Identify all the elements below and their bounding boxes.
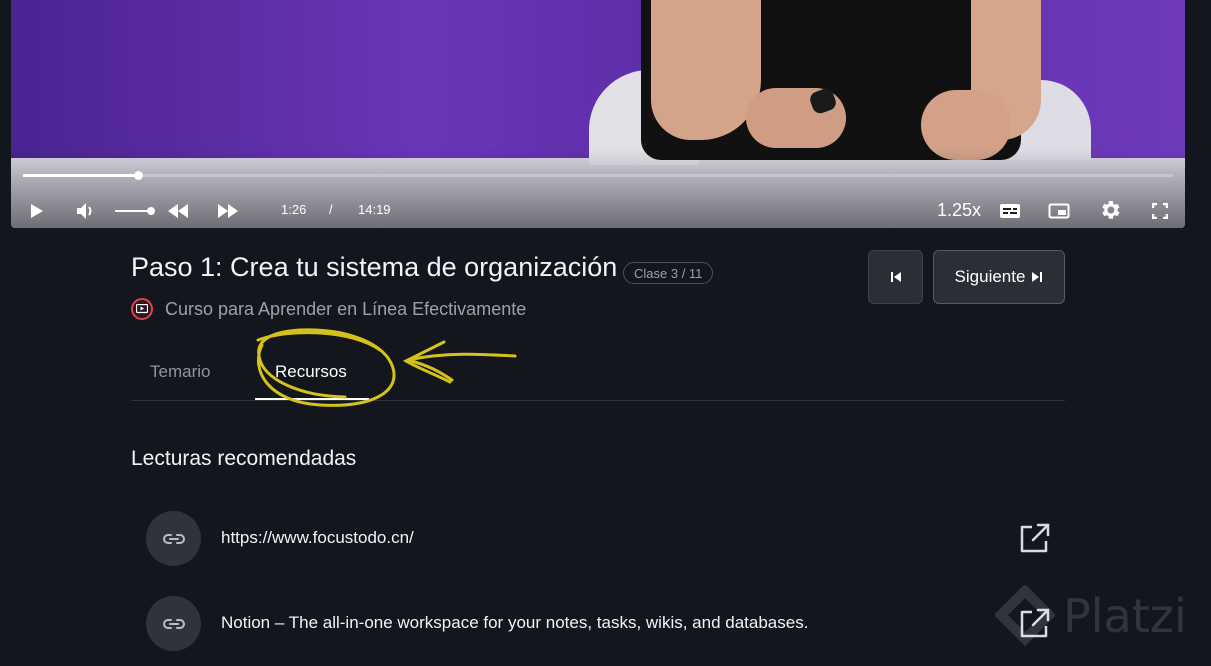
next-class-button[interactable]: Siguiente [933, 250, 1065, 304]
resource-item[interactable]: https://www.focustodo.cn/ [146, 511, 1066, 567]
picture-in-picture-icon [1048, 203, 1070, 219]
skip-next-icon [1032, 272, 1043, 282]
forward-button[interactable] [216, 202, 240, 220]
course-icon [131, 298, 153, 320]
rewind-icon [168, 204, 188, 218]
section-title: Lecturas recomendadas [131, 447, 357, 470]
video-frame-arm [651, 0, 761, 140]
tabs-divider [131, 400, 1065, 401]
class-number-badge: Clase 3 / 11 [623, 262, 714, 284]
progress-fill [23, 174, 138, 177]
video-player[interactable]: 1:26 / 14:19 1.25x [11, 0, 1185, 228]
external-link-icon[interactable] [1018, 521, 1052, 555]
play-icon [31, 204, 43, 218]
course-name[interactable]: Curso para Aprender en Línea Efectivamen… [165, 299, 526, 320]
watermark-text: Platzi [1063, 589, 1187, 643]
volume-handle[interactable] [147, 207, 155, 215]
current-time: 1:26 [281, 202, 307, 217]
volume-icon [77, 203, 92, 219]
link-icon [146, 596, 201, 651]
link-icon [146, 511, 201, 566]
skip-previous-icon [890, 272, 901, 282]
progress-bar[interactable] [23, 171, 1173, 180]
play-button[interactable] [27, 202, 47, 220]
subtitles-icon [1000, 204, 1020, 218]
fullscreen-icon [1152, 203, 1168, 219]
lesson-title: Paso 1: Crea tu sistema de organización [131, 252, 618, 282]
previous-class-button[interactable] [868, 250, 923, 304]
fullscreen-button[interactable] [1150, 202, 1170, 220]
next-button-label: Siguiente [954, 267, 1026, 286]
subtitles-button[interactable] [999, 202, 1021, 220]
volume-slider[interactable] [115, 210, 151, 212]
progress-handle[interactable] [134, 171, 143, 180]
duration: 14:19 [358, 202, 391, 217]
settings-icon [1102, 201, 1120, 219]
tab-temario[interactable]: Temario [150, 362, 210, 382]
time-separator: / [329, 202, 333, 217]
platzi-logo-icon [993, 583, 1057, 647]
resource-item[interactable]: Notion – The all-in-one workspace for yo… [146, 596, 1066, 652]
course-link[interactable]: Curso para Aprender en Línea Efectivamen… [131, 298, 526, 320]
playback-speed-button[interactable]: 1.25x [937, 200, 981, 221]
settings-button[interactable] [1097, 198, 1123, 222]
resource-link[interactable]: Notion – The all-in-one workspace for yo… [221, 613, 808, 633]
platzi-watermark: Platzi [993, 583, 1211, 661]
mute-button[interactable] [75, 201, 97, 221]
picture-in-picture-button[interactable] [1048, 202, 1070, 220]
tab-recursos[interactable]: Recursos [275, 362, 347, 382]
rewind-button[interactable] [166, 202, 190, 220]
resource-link[interactable]: https://www.focustodo.cn/ [221, 528, 414, 548]
forward-icon [218, 204, 238, 218]
